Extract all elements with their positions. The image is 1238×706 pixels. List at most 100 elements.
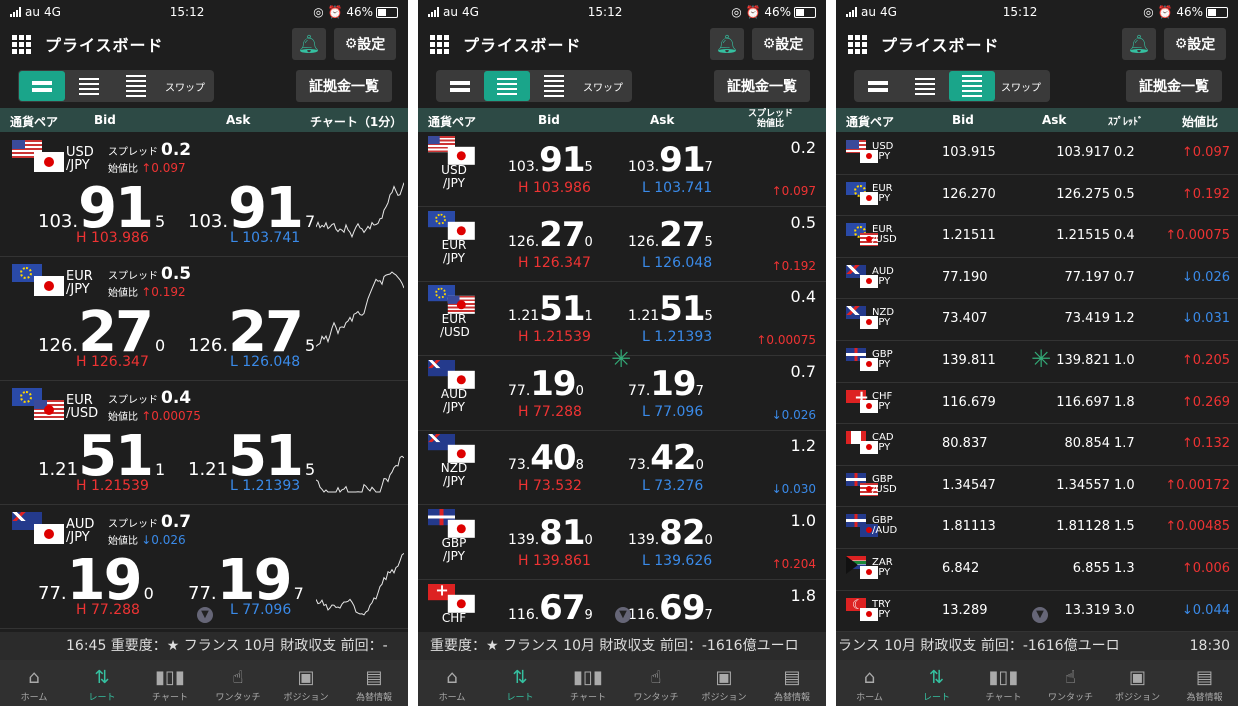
settings-button[interactable]: ⚙ 設定 bbox=[752, 28, 814, 60]
nav-item-home[interactable]: ⌂ ホーム bbox=[0, 660, 68, 706]
settings-button[interactable]: ⚙ 設定 bbox=[1164, 28, 1226, 60]
view-mode-list-button[interactable] bbox=[66, 71, 112, 101]
alert-button[interactable]: 🔔︎ bbox=[710, 28, 744, 60]
rate-row[interactable]: USD/JPY 103.915 103.917 0.2 ↑0.097 bbox=[836, 132, 1238, 175]
nav-item-one-touch[interactable]: ☝ ワンタッチ bbox=[622, 660, 690, 706]
bid-price[interactable]: 1.81113 bbox=[942, 519, 996, 534]
ask-price[interactable]: 1.34557 bbox=[1056, 478, 1110, 493]
bid-price[interactable]: 1.21511 bbox=[942, 228, 996, 243]
bid-price[interactable]: 103.915 bbox=[508, 140, 593, 180]
bid-price[interactable]: 126.270 bbox=[942, 187, 996, 202]
margin-list-button[interactable]: 証拠金一覧 bbox=[714, 70, 810, 102]
ask-price[interactable]: 1.21515 bbox=[628, 289, 713, 329]
rate-row[interactable]: CAD/JPY 80.837 80.854 1.7 ↑0.132 bbox=[836, 423, 1238, 466]
ask-price[interactable]: 13.319 bbox=[1065, 603, 1111, 618]
bid-price[interactable]: 103.915 bbox=[942, 145, 996, 160]
news-ticker[interactable]: ランス 10月 財政収支 前回：-1616億ユーロ 18:30 bbox=[836, 632, 1238, 660]
rate-row[interactable]: ZAR/JPY 6.842 6.855 1.3 ↑0.006 bbox=[836, 548, 1238, 591]
bid-price[interactable]: 1.21511 bbox=[508, 289, 593, 329]
nav-item-home[interactable]: ⌂ ホーム bbox=[836, 660, 903, 706]
nav-item-chart[interactable]: ▮▯▮ チャート bbox=[136, 660, 204, 706]
rate-row[interactable]: CHF/JPY 116.679 116.697 1.8 ↑0.269 bbox=[836, 382, 1238, 425]
bid-price[interactable]: 73.408 bbox=[508, 438, 584, 478]
menu-grid-icon[interactable] bbox=[848, 34, 867, 54]
nav-item-news[interactable]: ▤ 為替情報 bbox=[1171, 660, 1238, 706]
nav-item-one-touch[interactable]: ☝ ワンタッチ bbox=[204, 660, 272, 706]
rate-row[interactable]: NZD/JPY 73.408 73.420 H 73.532 L 73.276 … bbox=[418, 430, 826, 506]
ask-price[interactable]: 103.917 bbox=[628, 140, 713, 180]
mini-chart[interactable] bbox=[316, 512, 404, 622]
rate-row[interactable]: AUD/JPY 77.190 77.197 0.7 ↓0.026 bbox=[836, 257, 1238, 300]
news-ticker[interactable]: 重要度：★ フランス 10月 財政収支 前回：-1616億ユーロ bbox=[418, 632, 826, 660]
nav-item-home[interactable]: ⌂ ホーム bbox=[418, 660, 486, 706]
mini-chart[interactable] bbox=[316, 264, 404, 374]
mini-chart[interactable] bbox=[316, 140, 404, 250]
margin-list-button[interactable]: 証拠金一覧 bbox=[1126, 70, 1222, 102]
ask-price[interactable]: 1.81128 bbox=[1056, 519, 1110, 534]
nav-item-chart[interactable]: ▮▯▮ チャート bbox=[970, 660, 1037, 706]
rate-row[interactable]: GBP/AUD 1.81113 1.81128 1.5 ↑0.00485 bbox=[836, 506, 1238, 549]
rate-row[interactable]: EUR/JPY 126.270 126.275 H 126.347 L 126.… bbox=[418, 207, 826, 282]
ask-price[interactable]: 73.419 bbox=[1065, 311, 1111, 326]
bid-price[interactable]: 13.289 bbox=[942, 603, 988, 618]
nav-item-position[interactable]: ▣ ポジション bbox=[1104, 660, 1171, 706]
nav-item-position[interactable]: ▣ ポジション bbox=[272, 660, 340, 706]
ask-price[interactable]: 103.917 bbox=[1056, 145, 1110, 160]
ask-price[interactable]: 6.855 bbox=[1073, 561, 1110, 576]
ask-price[interactable]: 126.275 bbox=[1056, 187, 1110, 202]
bid-price[interactable]: 139.811 bbox=[942, 353, 996, 368]
bid-price[interactable]: 77.190 bbox=[942, 270, 988, 285]
mini-chart[interactable] bbox=[316, 388, 404, 498]
bid-price[interactable]: 139.810 bbox=[508, 513, 593, 553]
ask-price[interactable]: 77.197 bbox=[1065, 270, 1111, 285]
rate-card[interactable]: USD/JPY スプレッド 0.2 始値比 ↑0.097 103.91 5 103.… bbox=[0, 132, 408, 257]
menu-grid-icon[interactable] bbox=[430, 34, 449, 54]
alert-button[interactable]: 🔔︎ bbox=[292, 28, 326, 60]
rate-row[interactable]: GBP/USD 1.34547 1.34557 1.0 ↑0.00172 bbox=[836, 465, 1238, 508]
bid-price[interactable]: 73.407 bbox=[942, 311, 988, 326]
scroll-down-icon[interactable]: ▼ bbox=[1032, 607, 1048, 623]
nav-item-one-touch[interactable]: ☝ ワンタッチ bbox=[1037, 660, 1104, 706]
bid-price[interactable]: 116.679 bbox=[942, 395, 996, 410]
alert-button[interactable]: 🔔︎ bbox=[1122, 28, 1156, 60]
nav-item-chart[interactable]: ▮▯▮ チャート bbox=[554, 660, 622, 706]
nav-item-news[interactable]: ▤ 為替情報 bbox=[340, 660, 408, 706]
view-mode-compact-button[interactable] bbox=[113, 71, 159, 101]
rate-row[interactable]: CHF 116.679 116.697 1.8 bbox=[418, 580, 826, 632]
nav-item-rate[interactable]: ⇅ レート bbox=[68, 660, 136, 706]
view-mode-chart-button[interactable] bbox=[437, 71, 483, 101]
menu-grid-icon[interactable] bbox=[12, 34, 31, 54]
nav-item-rate[interactable]: ⇅ レート bbox=[903, 660, 970, 706]
ask-price[interactable]: 73.420 bbox=[628, 438, 704, 478]
scroll-down-icon[interactable]: ▼ bbox=[615, 607, 631, 623]
nav-item-position[interactable]: ▣ ポジション bbox=[690, 660, 758, 706]
bid-price[interactable]: 80.837 bbox=[942, 436, 988, 451]
swap-toggle[interactable]: スワップ bbox=[165, 79, 205, 94]
bid-price[interactable]: 77.190 bbox=[508, 364, 584, 404]
rate-row[interactable]: GBP/JPY 139.810 139.820 H 139.861 L 139.… bbox=[418, 505, 826, 580]
view-mode-list-button[interactable] bbox=[902, 71, 948, 101]
view-mode-compact-button[interactable] bbox=[949, 71, 995, 101]
ask-price[interactable]: 116.697 bbox=[628, 588, 713, 628]
bid-price[interactable]: 116.679 bbox=[508, 588, 593, 628]
ask-price[interactable]: 1.21515 bbox=[1056, 228, 1110, 243]
view-mode-chart-button[interactable] bbox=[855, 71, 901, 101]
rate-row[interactable]: EUR/USD 1.21511 1.21515 0.4 ↑0.00075 bbox=[836, 215, 1238, 258]
ask-price[interactable]: 139.821 bbox=[1056, 353, 1110, 368]
ask-price[interactable]: 77.197 bbox=[628, 364, 704, 404]
view-mode-list-button[interactable] bbox=[484, 71, 530, 101]
rate-row[interactable]: NZD/JPY 73.407 73.419 1.2 ↓0.031 bbox=[836, 298, 1238, 341]
nav-item-news[interactable]: ▤ 為替情報 bbox=[758, 660, 826, 706]
view-mode-compact-button[interactable] bbox=[531, 71, 577, 101]
swap-toggle[interactable]: スワップ bbox=[1001, 79, 1041, 94]
ask-price[interactable]: 116.697 bbox=[1056, 395, 1110, 410]
rate-row[interactable]: USD/JPY 103.915 103.917 H 103.986 L 103.… bbox=[418, 132, 826, 207]
swap-toggle[interactable]: スワップ bbox=[583, 79, 623, 94]
rate-row[interactable]: EUR/JPY 126.270 126.275 0.5 ↑0.192 bbox=[836, 174, 1238, 217]
bid-price[interactable]: 126.270 bbox=[508, 215, 593, 255]
news-ticker[interactable]: 16:45 重要度：★ フランス 10月 財政収支 前回：- bbox=[0, 632, 408, 660]
rate-card[interactable]: EUR/JPY スプレッド 0.5 始値比 ↑0.192 126.27 0 126.… bbox=[0, 256, 408, 381]
ask-price[interactable]: 80.854 bbox=[1065, 436, 1111, 451]
settings-button[interactable]: ⚙ 設定 bbox=[334, 28, 396, 60]
rate-card[interactable]: EUR/USD スプレッド 0.4 始値比 ↑0.00075 1.2151 1 1.… bbox=[0, 380, 408, 505]
